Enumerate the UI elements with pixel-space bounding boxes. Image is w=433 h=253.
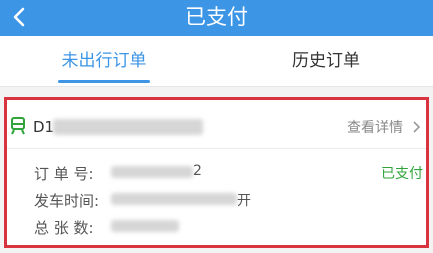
redacted-order-number	[111, 166, 193, 178]
ticket-count-label: 总 张 数:	[34, 219, 94, 237]
page-title: 已支付	[185, 5, 248, 29]
order-tabs: 未出行订单 历史订单	[0, 36, 433, 87]
redacted-departure-time	[111, 193, 237, 205]
tab-history-orders[interactable]: 历史订单	[266, 36, 386, 87]
redacted-ticket-count	[111, 220, 179, 232]
train-icon	[11, 117, 25, 135]
departure-suffix: 开	[237, 193, 251, 209]
redacted-route	[53, 119, 203, 135]
tab-upcoming-orders[interactable]: 未出行订单	[44, 36, 164, 87]
top-bar: 已支付	[0, 0, 433, 36]
departure-time-label: 发车时间:	[34, 192, 100, 210]
order-card[interactable]: D1 查看详情 订 单 号: 2 已支付 发车时间: 开 总 张 数:	[4, 97, 429, 248]
train-number: D1	[33, 118, 55, 136]
order-number-suffix: 2	[193, 163, 202, 179]
status-badge: 已支付	[381, 166, 423, 182]
chevron-right-icon	[413, 121, 421, 133]
order-number-label: 订 单 号:	[34, 165, 94, 183]
view-details-link[interactable]: 查看详情	[347, 117, 403, 137]
card-divider	[7, 148, 426, 149]
